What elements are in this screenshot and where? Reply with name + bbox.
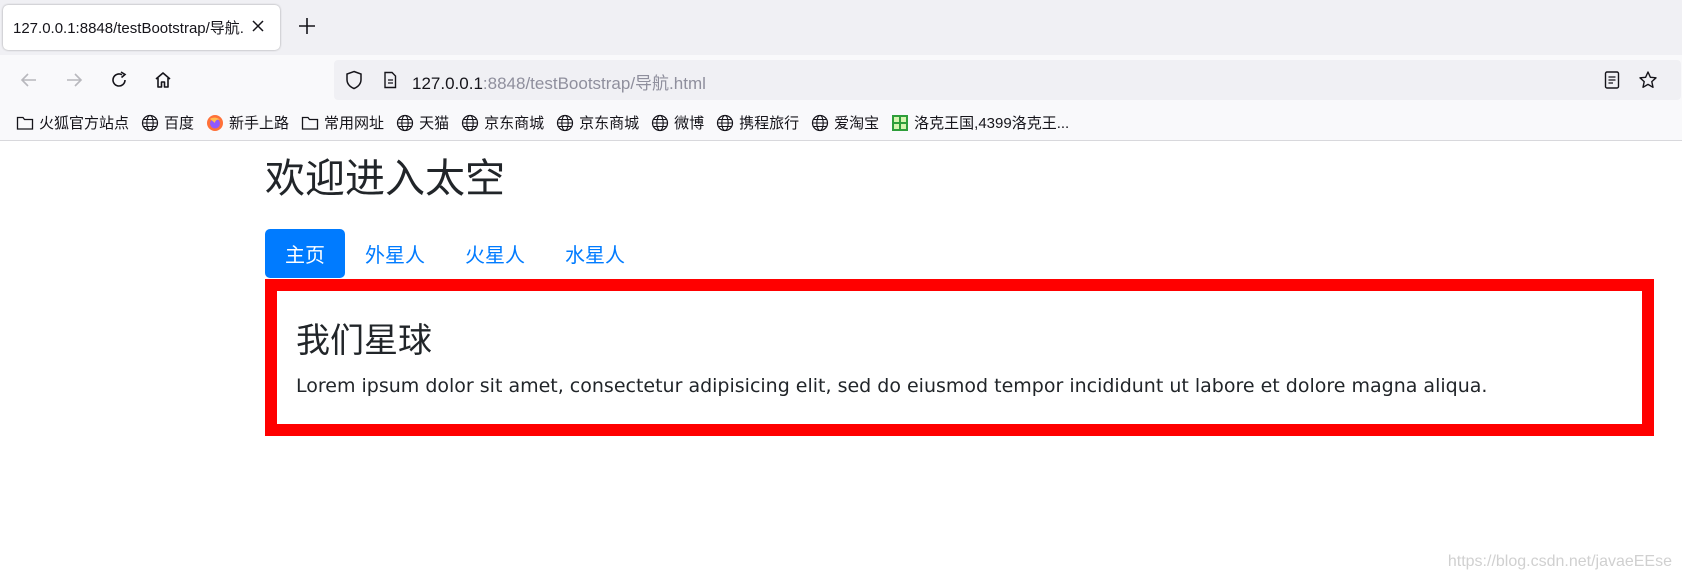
- bookmark-label: 京东商城: [579, 115, 640, 132]
- globe-icon: [811, 114, 829, 132]
- home-icon[interactable]: [150, 67, 176, 93]
- tab-title: 127.0.0.1:8848/testBootstrap/导航.: [13, 20, 244, 37]
- globe-icon: [716, 114, 734, 132]
- page-icon: [380, 70, 400, 90]
- panel-text: Lorem ipsum dolor sit amet, consectetur …: [296, 375, 1488, 397]
- nav-pills: 主页 外星人 火星人 水星人: [265, 229, 645, 278]
- plus-icon[interactable]: [294, 13, 320, 39]
- bookmark-item[interactable]: 火狐官方站点: [16, 111, 129, 135]
- bookmark-label: 常用网址: [324, 115, 385, 132]
- bookmark-item[interactable]: 京东商城: [556, 111, 639, 135]
- url-text[interactable]: 127.0.0.1:8848/testBootstrap/导航.html: [412, 69, 706, 94]
- globe-icon: [556, 114, 574, 132]
- game-icon: [891, 114, 909, 132]
- url-bar[interactable]: 127.0.0.1:8848/testBootstrap/导航.html: [334, 60, 1681, 100]
- shield-icon[interactable]: [344, 70, 364, 90]
- tab-strip: 127.0.0.1:8848/testBootstrap/导航.: [0, 0, 1682, 55]
- bookmark-item[interactable]: 洛克王国,4399洛克王...: [891, 111, 1069, 135]
- pill-mercurians[interactable]: 水星人: [545, 229, 645, 278]
- browser-tab[interactable]: 127.0.0.1:8848/testBootstrap/导航.: [3, 5, 280, 50]
- bookmark-label: 百度: [164, 115, 195, 132]
- bookmark-label: 微博: [674, 115, 705, 132]
- bookmark-item[interactable]: 常用网址: [301, 111, 384, 135]
- bookmark-label: 爱淘宝: [834, 115, 880, 132]
- pill-aliens[interactable]: 外星人: [345, 229, 445, 278]
- bookmark-label: 火狐官方站点: [39, 115, 130, 132]
- url-host: 127.0.0.1: [412, 74, 483, 93]
- bookmark-item[interactable]: 微博: [651, 111, 704, 135]
- watermark: https://blog.csdn.net/javaeEEse: [1447, 553, 1672, 570]
- bookmark-item[interactable]: 爱淘宝: [811, 111, 879, 135]
- bookmark-label: 洛克王国,4399洛克王...: [914, 115, 1070, 132]
- arrow-right-icon[interactable]: [61, 67, 87, 93]
- panel-title: 我们星球: [296, 321, 432, 361]
- globe-icon: [651, 114, 669, 132]
- bookmarks-toolbar: 火狐官方站点 百度 新手上路 常用网址 天猫 京东商城 京东商城 微博 携程旅行…: [0, 105, 1682, 141]
- globe-icon: [461, 114, 479, 132]
- pill-martians[interactable]: 火星人: [445, 229, 545, 278]
- page-content: 欢迎进入太空 主页 外星人 火星人 水星人 我们星球 Lorem ipsum d…: [0, 141, 1682, 581]
- globe-icon: [396, 114, 414, 132]
- bookmark-label: 京东商城: [484, 115, 545, 132]
- pill-home[interactable]: 主页: [265, 229, 345, 278]
- bookmark-item[interactable]: 京东商城: [461, 111, 544, 135]
- folder-icon: [16, 114, 34, 132]
- folder-icon: [301, 114, 319, 132]
- bookmark-label: 新手上路: [229, 115, 290, 132]
- bookmark-item[interactable]: 百度: [141, 111, 194, 135]
- page-title: 欢迎进入太空: [265, 156, 505, 202]
- url-path: :8848/testBootstrap/导航.html: [482, 74, 706, 93]
- bookmark-label: 携程旅行: [739, 115, 800, 132]
- reader-view-icon[interactable]: [1602, 70, 1622, 90]
- bookmark-label: 天猫: [419, 115, 450, 132]
- close-icon[interactable]: [249, 17, 267, 35]
- star-icon[interactable]: [1638, 70, 1658, 90]
- bookmark-item[interactable]: 携程旅行: [716, 111, 799, 135]
- navigation-toolbar: 127.0.0.1:8848/testBootstrap/导航.html: [0, 55, 1682, 105]
- bookmark-item[interactable]: 天猫: [396, 111, 449, 135]
- reload-icon[interactable]: [106, 67, 132, 93]
- firefox-icon: [206, 114, 224, 132]
- globe-icon: [141, 114, 159, 132]
- tab-content-panel: 我们星球 Lorem ipsum dolor sit amet, consect…: [265, 279, 1654, 436]
- arrow-left-icon[interactable]: [16, 67, 42, 93]
- bookmark-item[interactable]: 新手上路: [206, 111, 289, 135]
